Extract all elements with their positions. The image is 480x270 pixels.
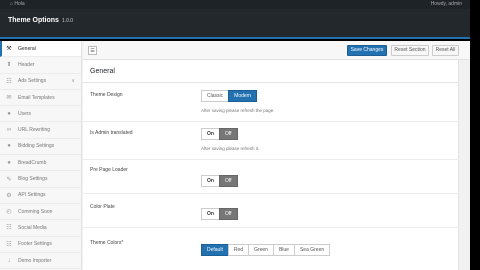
- theme-color-blue[interactable]: Blue: [272, 244, 295, 256]
- sidebar-item-label: Ads Settings: [18, 78, 47, 85]
- page-title: Theme Options 1.0.0: [8, 17, 73, 24]
- sidebar-item-api-settings[interactable]: ⚙ API Settings: [0, 188, 81, 204]
- admin-bar: ⌂ Hola Howdy, admin: [0, 0, 470, 9]
- theme-colors-row: Theme Colors* Default Red Green Blue Sea…: [83, 228, 459, 270]
- sidebar-item-users[interactable]: ● Users: [0, 106, 81, 123]
- page-loader-label: Pre Page Loader: [90, 167, 128, 173]
- admin-bar-site[interactable]: ⌂ Hola: [10, 0, 25, 9]
- theme-color-green[interactable]: Green: [248, 244, 274, 256]
- app-window: ⌂ Hola Howdy, admin Theme Options 1.0.0 ⚒…: [0, 0, 480, 270]
- admin-translated-toggle: On Off: [201, 128, 238, 140]
- api-icon: ⚙: [6, 192, 12, 199]
- admin-translated-on[interactable]: On: [201, 128, 220, 140]
- reset-all-button[interactable]: Reset All: [432, 45, 459, 56]
- breadcrumb-icon: ●: [7, 159, 11, 166]
- theme-colors-label: Theme Colors*: [90, 240, 124, 246]
- menu-toggle-icon[interactable]: ☰: [88, 46, 97, 55]
- sidebar-item-header[interactable]: ⬆ Header: [0, 57, 81, 74]
- sidebar-item-social-media[interactable]: ☷ Social Media: [0, 220, 81, 237]
- admin-translated-off[interactable]: Off: [218, 128, 238, 140]
- sidebar-item-label: Blog Settings: [18, 176, 48, 183]
- chevron-down-icon[interactable]: ∨: [71, 78, 75, 84]
- options-panel: General Theme Design Classic Modern Afte…: [83, 60, 459, 270]
- save-changes-button[interactable]: Save Changes: [347, 45, 387, 56]
- footer-icon: ☷: [6, 241, 12, 248]
- theme-design-row: Theme Design Classic Modern After saving…: [83, 84, 459, 122]
- theme-colors-buttonset: Default Red Green Blue Sea Green: [201, 244, 331, 256]
- sidebar-item-label: Demo Importer: [18, 257, 52, 264]
- sidebar-item-label: API Settings: [18, 192, 46, 199]
- link-icon: ∞: [6, 127, 12, 134]
- social-icon: ☷: [6, 225, 12, 232]
- version-label: 1.0.0: [61, 18, 74, 24]
- color-plate-off[interactable]: Off: [218, 208, 238, 220]
- sidebar-item-email-templates[interactable]: ✉ Email Templates: [0, 90, 81, 107]
- sidebar-item-label: Email Templates: [18, 94, 55, 101]
- page-loader-toggle: On Off: [201, 175, 238, 187]
- theme-color-default[interactable]: Default: [201, 244, 229, 256]
- email-icon: ✉: [6, 95, 12, 102]
- sidebar-item-demo-importer[interactable]: ↓ Demo Importer: [0, 253, 81, 270]
- sidebar-item-bidding-settings[interactable]: ● Bidding Settings: [0, 139, 81, 156]
- theme-design-classic[interactable]: Classic: [201, 90, 230, 102]
- color-plate-row: Color Plate On Off: [83, 194, 459, 228]
- sidebar-item-blog-settings[interactable]: ✎ Blog Settings: [0, 171, 81, 188]
- importer-icon: ↓: [7, 257, 11, 264]
- theme-design-modern[interactable]: Modern: [228, 90, 258, 102]
- sidebar-item-label: URL Rewriting: [18, 127, 51, 134]
- theme-color-sea-green[interactable]: Sea Green: [293, 244, 331, 256]
- page-title-text: Theme Options: [8, 17, 59, 24]
- options-sidebar: ⚒ General ⬆ Header ☷ Ads Settings ∨ ✉ Email Temp…: [0, 41, 82, 270]
- sidebar-item-label: General: [18, 45, 36, 52]
- arrow-up-icon: ⬆: [6, 62, 12, 69]
- sidebar-item-footer-settings[interactable]: ☷ Footer Settings: [0, 237, 81, 253]
- page-loader-on[interactable]: On: [201, 175, 220, 187]
- page-loader-row: Pre Page Loader On Off: [83, 160, 459, 194]
- sidebar-item-comming-soon[interactable]: ◴ Comming Soon: [0, 204, 81, 221]
- admin-translated-row: Is Admin translated On Off After saving …: [83, 122, 459, 160]
- bidding-icon: ●: [7, 143, 11, 150]
- theme-color-red[interactable]: Red: [227, 244, 250, 256]
- sidebar-item-label: BreadCrumb: [18, 159, 47, 166]
- sidebar-item-label: Bidding Settings: [18, 143, 55, 150]
- options-header: Theme Options 1.0.0: [0, 9, 470, 39]
- theme-design-label: Theme Design: [90, 92, 123, 98]
- theme-design-hint: After saving please refresh the page.: [201, 108, 275, 113]
- admin-translated-label: Is Admin translated: [90, 130, 133, 136]
- options-toolbar: ☰ Save Changes Reset Section Reset All: [83, 41, 470, 60]
- sidebar-item-url-rewriting[interactable]: ∞ URL Rewriting: [0, 122, 81, 139]
- sidebar-item-label: Comming Soon: [18, 208, 53, 215]
- theme-design-buttonset: Classic Modern: [201, 90, 258, 102]
- reset-section-button[interactable]: Reset Section: [391, 45, 429, 56]
- ads-icon: ☷: [6, 78, 12, 85]
- color-plate-toggle: On Off: [201, 208, 238, 220]
- clock-icon: ◴: [6, 209, 12, 216]
- color-plate-on[interactable]: On: [201, 208, 220, 220]
- sidebar-item-general[interactable]: ⚒ General: [0, 41, 81, 58]
- blog-icon: ✎: [6, 176, 12, 183]
- sidebar-item-ads-settings[interactable]: ☷ Ads Settings ∨: [0, 74, 81, 90]
- sidebar-item-label: Footer Settings: [18, 241, 52, 248]
- color-plate-label: Color Plate: [90, 204, 115, 210]
- users-icon: ●: [7, 110, 11, 117]
- sidebar-item-breadcrumb[interactable]: ● BreadCrumb: [0, 155, 81, 172]
- section-title: General: [90, 68, 115, 75]
- admin-translated-hint: After saving please refresh it.: [201, 146, 260, 151]
- page-loader-off[interactable]: Off: [218, 175, 238, 187]
- section-divider: [83, 82, 459, 83]
- options-body: ⚒ General ⬆ Header ☷ Ads Settings ∨ ✉ Email Temp…: [0, 41, 470, 270]
- wrench-icon: ⚒: [6, 46, 12, 53]
- admin-bar-user[interactable]: Howdy, admin: [431, 0, 462, 9]
- page-scrollbar[interactable]: [470, 41, 480, 270]
- sidebar-item-label: Social Media: [18, 224, 47, 231]
- sidebar-item-label: Users: [18, 110, 32, 117]
- sidebar-item-label: Header: [18, 61, 35, 68]
